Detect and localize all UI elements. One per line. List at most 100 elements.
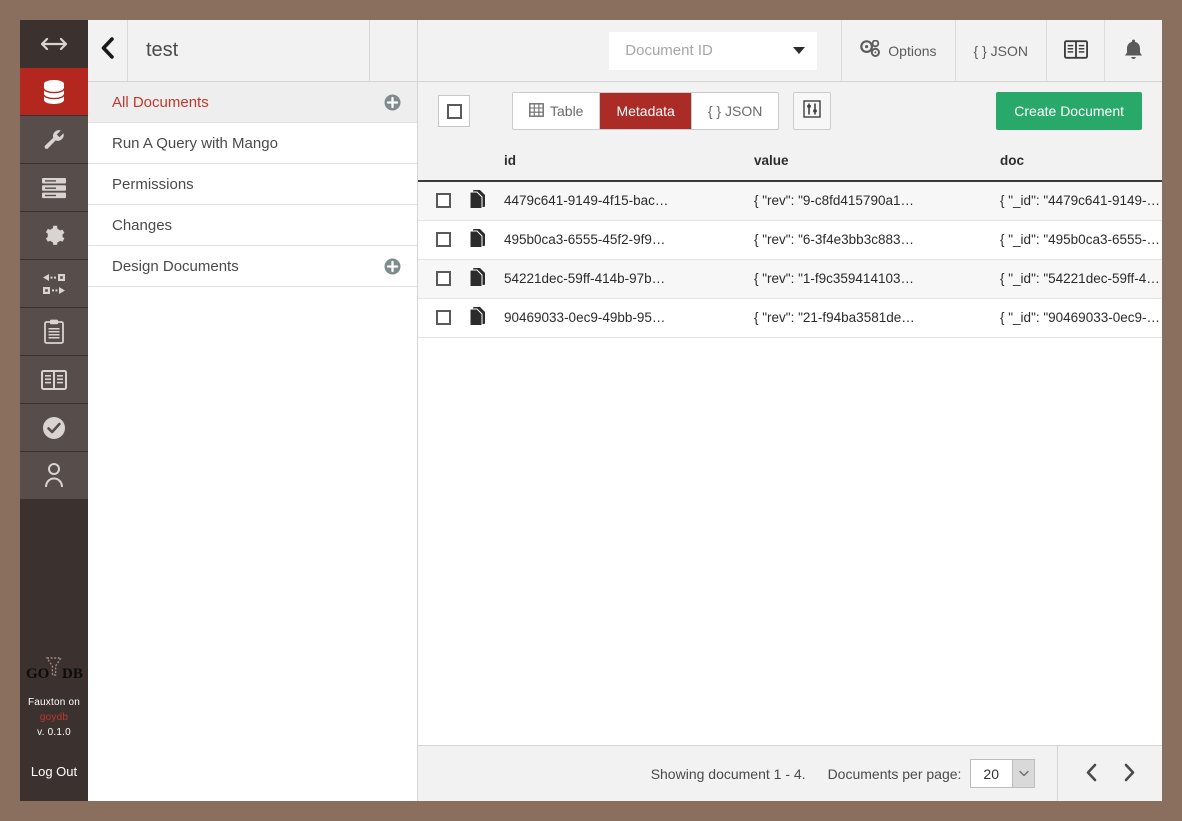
chevron-left-icon <box>1085 763 1098 785</box>
row-icon-cell <box>470 259 504 299</box>
column-header-doc[interactable]: doc <box>1000 140 1162 182</box>
sidebar-item-changes[interactable]: Changes <box>88 205 417 246</box>
clipboard-icon <box>44 319 64 344</box>
filter-button[interactable] <box>793 92 832 130</box>
sidebar-item-permissions[interactable]: Permissions <box>88 164 417 205</box>
column-header-value[interactable]: value <box>754 140 1000 182</box>
checkbox-icon <box>446 103 462 119</box>
row-icon-cell <box>470 220 504 260</box>
wrench-icon <box>42 128 66 152</box>
tab-table[interactable]: Table <box>513 93 601 129</box>
back-button[interactable] <box>88 20 128 81</box>
document-id-placeholder: Document ID <box>625 42 713 59</box>
row-checkbox[interactable] <box>436 193 451 209</box>
cell-doc: { "_id": "54221dec-59ff-4… <box>1000 259 1162 299</box>
cell-value: { "rev": "6-3f4e3bb3c883… <box>754 220 1000 260</box>
book-icon <box>41 369 67 391</box>
row-checkbox-cell <box>418 259 470 299</box>
table-row[interactable]: 495b0ca3-6555-45f2-9f9… { "rev": "6-3f4e… <box>418 220 1162 260</box>
sidebar-item-label: Design Documents <box>112 257 239 275</box>
tab-label: { } JSON <box>707 103 763 119</box>
nav-logs[interactable] <box>20 308 88 356</box>
chevron-down-icon <box>1012 760 1034 787</box>
table-header-row: id value doc <box>418 140 1162 182</box>
row-checkbox[interactable] <box>436 271 451 286</box>
nav-configuration[interactable] <box>20 212 88 260</box>
brand-line-1: Fauxton on <box>27 697 81 708</box>
top-toolbar: Document ID Options { } JSON <box>418 20 1162 82</box>
row-checkbox-cell <box>418 220 470 260</box>
table-row[interactable]: 4479c641-9149-4f15-bac… { "rev": "9-c8fd… <box>418 181 1162 221</box>
row-checkbox[interactable] <box>436 232 451 247</box>
plus-circle-icon[interactable] <box>384 94 401 111</box>
cell-doc: { "_id": "90469033-0ec9-… <box>1000 298 1162 338</box>
document-icon <box>470 229 486 250</box>
sidebar-item-mango-query[interactable]: Run A Query with Mango <box>88 123 417 164</box>
document-icon <box>470 268 486 289</box>
select-all-checkbox[interactable] <box>438 95 470 127</box>
bell-icon <box>1123 38 1144 64</box>
document-id-select[interactable]: Document ID <box>609 31 818 70</box>
sidebar-item-label: Changes <box>112 216 173 234</box>
gear-icon <box>42 224 66 248</box>
fauxton-app: GO DB Fauxton on goydb v. 0.1.0 Log Out … <box>20 20 1162 801</box>
per-page-select[interactable]: 20 <box>970 759 1035 788</box>
cell-doc: { "_id": "4479c641-9149-… <box>1000 181 1162 221</box>
previous-page-button[interactable] <box>1072 763 1110 785</box>
table-row[interactable]: 90469033-0ec9-49bb-95… { "rev": "21-f94b… <box>418 298 1162 338</box>
svg-text:GO: GO <box>26 666 49 682</box>
database-menu-button[interactable] <box>369 20 417 81</box>
cell-value: { "rev": "1-f9c359414103… <box>754 259 1000 299</box>
table-row[interactable]: 54221dec-59ff-414b-97b… { "rev": "1-f9c3… <box>418 259 1162 299</box>
brand-info: Fauxton on goydb v. 0.1.0 <box>20 691 88 750</box>
logout-button[interactable]: Log Out <box>20 750 88 795</box>
chevron-left-icon <box>100 37 115 64</box>
options-button[interactable]: Options <box>841 20 954 81</box>
sidebar-item-all-documents[interactable]: All Documents <box>88 82 417 123</box>
table-grid-icon <box>529 102 544 120</box>
row-checkbox[interactable] <box>436 310 451 325</box>
notifications-button[interactable] <box>1104 20 1162 81</box>
server-icon <box>41 177 67 199</box>
json-button[interactable]: { } JSON <box>954 20 1046 81</box>
documents-table: id value doc 4479c641-9149-4f15-bac… {"… <box>418 140 1162 338</box>
cell-id: 54221dec-59ff-414b-97b… <box>504 259 754 299</box>
next-page-button[interactable] <box>1110 763 1148 785</box>
showing-documents-text: Showing document 1 - 4. <box>650 765 806 782</box>
nav-active-tasks[interactable] <box>20 164 88 212</box>
nav-account[interactable] <box>20 452 88 500</box>
options-label: Options <box>888 42 937 59</box>
brand-line-3: v. 0.1.0 <box>37 727 71 738</box>
nav-databases[interactable] <box>20 68 88 116</box>
main-panel: Document ID Options { } JSON Table Metad… <box>418 20 1162 801</box>
create-document-button[interactable]: Create Document <box>996 92 1142 130</box>
nav-replication[interactable] <box>20 260 88 308</box>
tab-metadata[interactable]: Metadata <box>600 93 692 129</box>
check-circle-icon <box>42 416 66 440</box>
browser-frame: GO DB Fauxton on goydb v. 0.1.0 Log Out … <box>0 0 1182 821</box>
pagination-footer: Showing document 1 - 4. Documents per pa… <box>418 745 1162 801</box>
database-header: test <box>88 20 417 82</box>
goydb-logo: GO DB <box>20 647 88 691</box>
sidebar-item-design-documents[interactable]: Design Documents <box>88 246 417 287</box>
nav-toggle-sidebar[interactable] <box>20 20 88 68</box>
tab-label: Metadata <box>616 103 675 119</box>
nav-verify[interactable] <box>20 404 88 452</box>
svg-text:DB: DB <box>62 666 83 682</box>
documents-controls: Table Metadata { } JSON Create Document <box>418 82 1162 140</box>
plus-circle-icon[interactable] <box>384 258 401 275</box>
tab-json[interactable]: { } JSON <box>691 93 779 129</box>
row-icon-cell <box>470 181 504 221</box>
database-name: test <box>146 39 179 61</box>
cell-doc: { "_id": "495b0ca3-6555-… <box>1000 220 1162 260</box>
replication-icon <box>40 273 68 295</box>
nav-documentation[interactable] <box>20 356 88 404</box>
documentation-button[interactable] <box>1046 20 1104 81</box>
brand-line-2: goydb <box>39 712 69 723</box>
per-page-label: Documents per page: <box>827 765 962 782</box>
chevron-right-icon <box>1123 763 1136 785</box>
header-checkbox <box>418 140 470 182</box>
column-header-id[interactable]: id <box>504 140 754 182</box>
nav-setup[interactable] <box>20 116 88 164</box>
sidebar-item-label: All Documents <box>112 93 209 111</box>
